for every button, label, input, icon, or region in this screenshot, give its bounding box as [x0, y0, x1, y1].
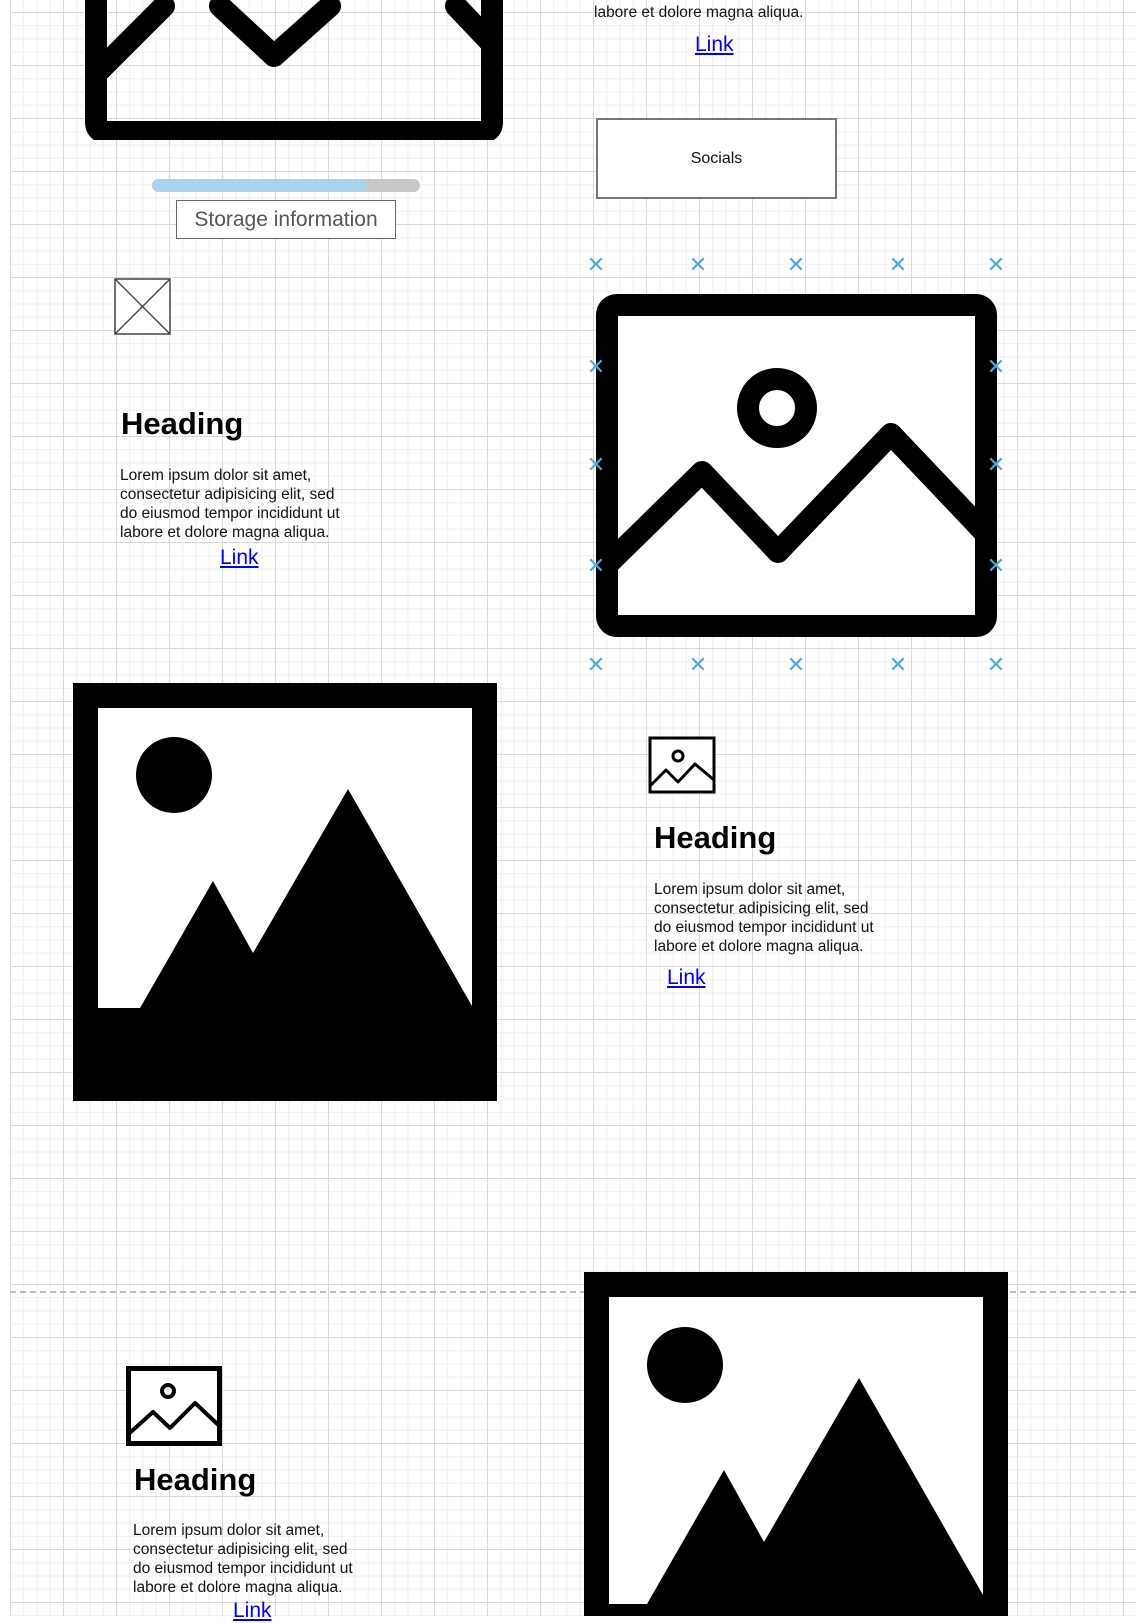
selection-handle-icon[interactable]: ✕: [585, 655, 607, 677]
socials-label: Socials: [690, 149, 743, 167]
storage-progress-bar: [152, 179, 420, 192]
image-placeholder-icon[interactable]: [114, 278, 171, 335]
card-right-1-link[interactable]: Link: [667, 966, 706, 990]
selection-handle-icon[interactable]: ✕: [785, 255, 807, 277]
selection-handle-icon[interactable]: ✕: [687, 655, 709, 677]
selection-handle-icon[interactable]: ✕: [985, 357, 1007, 379]
image-icon-left-card[interactable]: [126, 1366, 222, 1446]
selection-handle-icon[interactable]: ✕: [887, 255, 909, 277]
card-left-2-link[interactable]: Link: [233, 1599, 272, 1623]
socials-box[interactable]: Socials: [596, 118, 837, 199]
image-outline-icon-top[interactable]: [84, 0, 504, 140]
selection-handle-icon[interactable]: ✕: [585, 357, 607, 379]
card-left-2-body: Lorem ipsum dolor sit amet, consectetur …: [133, 1522, 353, 1596]
selection-handle-icon[interactable]: ✕: [585, 255, 607, 277]
selection-handle-icon[interactable]: ✕: [985, 655, 1007, 677]
selection-handle-icon[interactable]: ✕: [985, 556, 1007, 578]
image-filled-icon-right[interactable]: [584, 1272, 1008, 1616]
card-right-1-heading: Heading: [654, 820, 777, 855]
image-icon-right-card[interactable]: [648, 736, 716, 794]
storage-label-text: Storage information: [194, 207, 378, 231]
card-left-1-heading: Heading: [121, 406, 244, 441]
selection-handle-icon[interactable]: ✕: [985, 455, 1007, 477]
card-left-2-heading: Heading: [134, 1462, 257, 1497]
image-outline-icon-selected[interactable]: [596, 294, 997, 637]
selection-handle-icon[interactable]: ✕: [687, 255, 709, 277]
selection-handle-icon[interactable]: ✕: [585, 455, 607, 477]
storage-progress-fill: [152, 179, 367, 192]
selection-handle-icon[interactable]: ✕: [985, 255, 1007, 277]
storage-information-label: Storage information: [176, 200, 396, 239]
selection-handle-icon[interactable]: ✕: [785, 655, 807, 677]
card-left-1-body: Lorem ipsum dolor sit amet, consectetur …: [120, 467, 340, 541]
card-right-1-body: Lorem ipsum dolor sit amet, consectetur …: [654, 881, 874, 955]
selection-handle-icon[interactable]: ✕: [585, 556, 607, 578]
lorem-tail-text: labore et dolore magna aliqua.: [594, 4, 804, 21]
card-left-1-link[interactable]: Link: [220, 546, 259, 570]
top-link[interactable]: Link: [695, 33, 734, 57]
image-filled-icon-left[interactable]: [73, 683, 497, 1101]
selection-handle-icon[interactable]: ✕: [887, 655, 909, 677]
